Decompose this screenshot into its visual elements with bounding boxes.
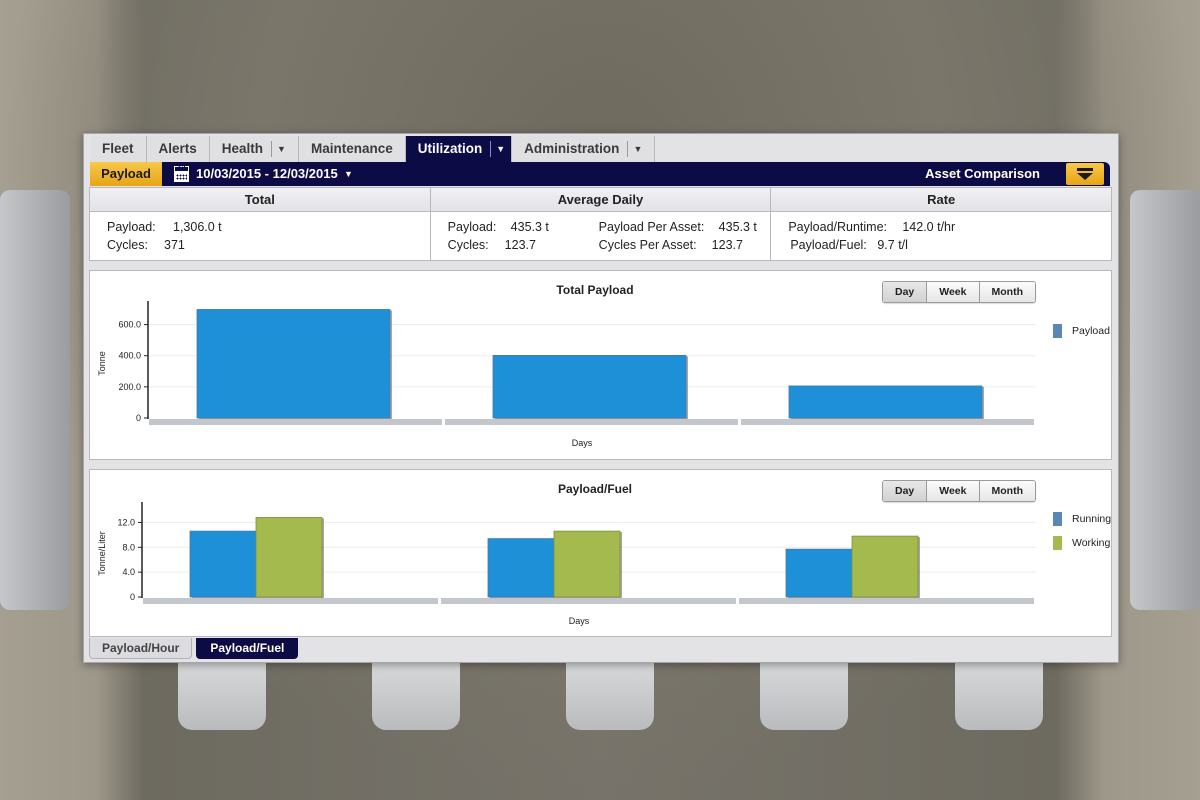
legend-swatch — [1053, 324, 1062, 338]
payload-runtime-value: 142.0 t/hr — [902, 220, 956, 234]
tab-maintenance[interactable]: Maintenance — [298, 136, 406, 162]
bar — [851, 535, 919, 598]
tab-health[interactable]: Health ▼ — [209, 136, 299, 162]
y-tick-label: 8.0 — [122, 542, 135, 552]
legend-swatch — [1053, 512, 1062, 526]
main-nav-tabs: Fleet Alerts Health ▼ Maintenance Utiliza… — [90, 136, 656, 162]
payload-per-asset-value: 435.3 t — [718, 220, 757, 234]
x-axis-label: Days — [569, 616, 590, 626]
bucket-tooth — [372, 660, 460, 730]
bucket-side-right — [1130, 190, 1200, 610]
chevron-down-icon[interactable]: ▼ — [490, 141, 505, 157]
summary-rate-header: Rate — [771, 188, 1112, 212]
asset-comparison-dropdown-button[interactable] — [1066, 163, 1104, 185]
bar — [785, 548, 853, 598]
tab-fleet[interactable]: Fleet — [90, 136, 147, 162]
chevron-down-icon[interactable]: ▼ — [271, 141, 286, 157]
total-payload-label: Payload: — [107, 220, 156, 234]
category-band — [741, 419, 1034, 425]
bottom-tabs: Payload/Hour Payload/Fuel — [89, 638, 299, 659]
y-tick-label: 400.0 — [118, 351, 141, 361]
payload-per-asset-label: Payload Per Asset: — [598, 220, 705, 234]
legend-item-running[interactable]: Running — [1053, 512, 1111, 526]
y-tick-label: 0 — [130, 592, 135, 602]
tab-payload-hour[interactable]: Payload/Hour — [89, 638, 193, 659]
chevron-down-icon[interactable]: ▼ — [627, 141, 642, 157]
payload-fuel-chart-card: Payload/Fuel Day Week Month 0 4.0 8.0 12.0 T… — [89, 469, 1112, 637]
date-range[interactable]: 10/03/2015 - 12/03/2015 — [196, 162, 338, 186]
total-payload-value: 1,306.0 t — [173, 220, 222, 234]
cycles-per-asset-value: 123.7 — [711, 238, 743, 252]
total-payload-chart: 0 200.0 400.0 600.0 Tonne Days — [97, 301, 1036, 448]
legend-item-payload[interactable]: Payload — [1053, 324, 1110, 338]
category-band — [441, 598, 736, 604]
bar — [189, 530, 257, 598]
total-payload-chart-card: Total Payload Day Week Month 0 200.0 400.0… — [89, 270, 1112, 460]
bar — [255, 517, 323, 598]
bar — [196, 309, 391, 419]
avg-cycles-value: 123.7 — [504, 238, 536, 252]
tab-administration[interactable]: Administration ▼ — [512, 136, 656, 162]
app-window: Fleet Alerts Health ▼ Maintenance Utiliza… — [83, 133, 1119, 663]
legend-swatch — [1053, 536, 1062, 550]
bar — [788, 385, 983, 419]
y-tick-label: 4.0 — [122, 567, 135, 577]
asset-comparison-label: Asset Comparison — [925, 166, 1040, 181]
bucket-tooth — [760, 660, 848, 730]
y-tick-label: 600.0 — [118, 320, 141, 330]
cycles-per-asset-label: Cycles Per Asset: — [598, 238, 697, 252]
avg-payload-label: Payload: — [447, 220, 497, 234]
summary-average-daily: Average Daily Payload: 435.3 t Cycles: 1… — [430, 188, 772, 260]
payload-fuel-label: Payload/Fuel: — [790, 238, 867, 252]
category-band — [739, 598, 1034, 604]
bucket-tooth — [566, 660, 654, 730]
total-cycles-value: 371 — [164, 238, 185, 252]
triangle-down-icon — [1077, 173, 1093, 180]
bar — [487, 538, 555, 598]
bar — [492, 355, 687, 419]
payload-fuel-value: 9.7 t/l — [877, 238, 908, 252]
bar — [553, 530, 621, 598]
payload-fuel-chart: 0 4.0 8.0 12.0 Tonne/Liter Days — [97, 502, 1036, 626]
summary-total-header: Total — [90, 188, 430, 212]
summary-average-header: Average Daily — [430, 188, 771, 212]
payload-runtime-label: Payload/Runtime: — [788, 220, 888, 234]
toolbar: Payload 12 10/03/2015 - 12/03/2015 ▼ Ass… — [90, 162, 1110, 186]
chevron-down-icon[interactable]: ▼ — [344, 162, 353, 186]
bucket-tooth — [178, 660, 266, 730]
total-cycles-label: Cycles: — [107, 238, 148, 252]
legend-item-working[interactable]: Working — [1053, 536, 1110, 550]
category-band — [143, 598, 438, 604]
y-axis-label: Tonne — [97, 351, 107, 376]
category-band — [445, 419, 738, 425]
tab-payload-fuel[interactable]: Payload/Fuel — [196, 638, 299, 659]
tab-utilization[interactable]: Utilization ▼ — [405, 136, 513, 162]
bucket-side-left — [0, 190, 70, 610]
y-tick-label: 0 — [136, 413, 141, 423]
y-tick-label: 200.0 — [118, 382, 141, 392]
y-tick-label: 12.0 — [117, 517, 135, 527]
x-axis-label: Days — [572, 438, 593, 448]
avg-cycles-label: Cycles: — [447, 238, 489, 252]
tab-alerts[interactable]: Alerts — [146, 136, 210, 162]
summary-rate: Rate Payload/Runtime: 142.0 t/hr Payload… — [771, 188, 1112, 260]
category-band — [149, 419, 442, 425]
bucket-tooth — [955, 660, 1043, 730]
avg-payload-value: 435.3 t — [510, 220, 549, 234]
calendar-icon[interactable]: 12 — [174, 165, 189, 182]
y-axis-label: Tonne/Liter — [97, 531, 107, 576]
summary-table: Total Payload: 1,306.0 t Cycles: 371 Ave… — [89, 187, 1112, 261]
menu-bar-icon — [1077, 168, 1093, 171]
payload-button[interactable]: Payload — [90, 162, 162, 186]
summary-total: Total Payload: 1,306.0 t Cycles: 371 — [90, 188, 431, 260]
